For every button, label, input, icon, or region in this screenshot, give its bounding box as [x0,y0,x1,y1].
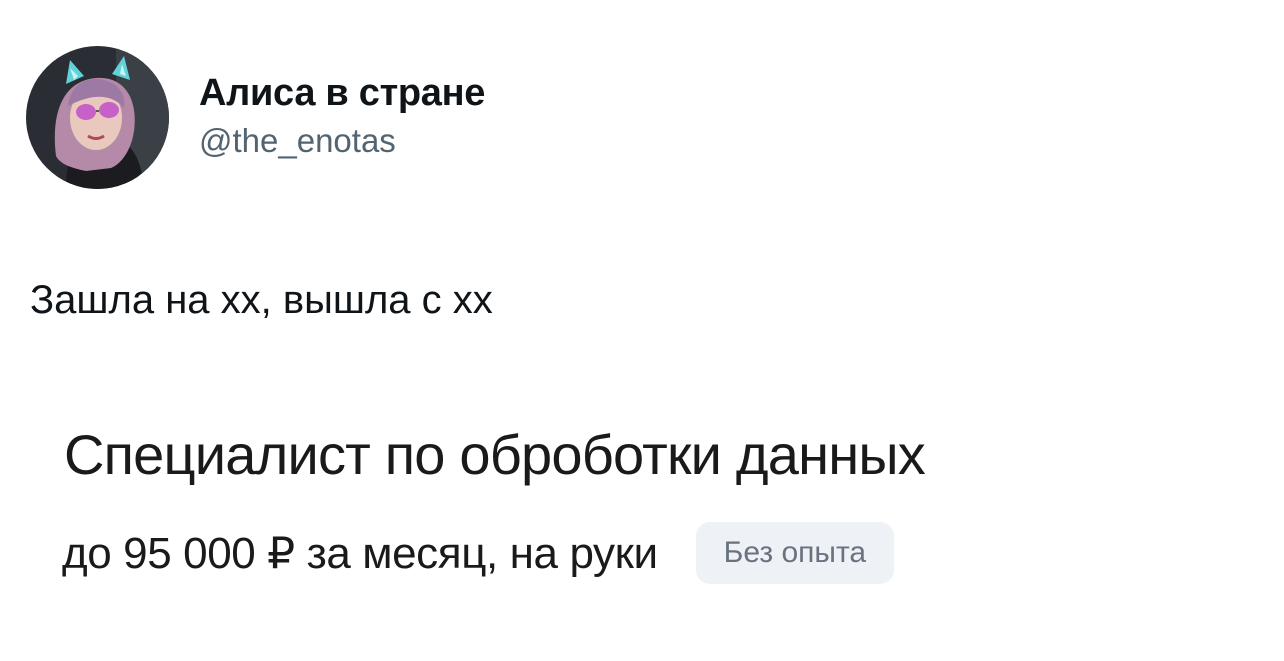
author-handle[interactable]: @the_enotas [199,120,485,163]
avatar-photo-icon [26,46,169,189]
tweet-header: Алиса в стране @the_enotas [26,46,485,189]
experience-badge: Без опыта [695,522,895,584]
vacancy-salary: до 95 000 ₽ за месяц, на руки [62,528,658,578]
tweet-text: Зашла на хх, вышла с хх [30,278,493,322]
author-display-name[interactable]: Алиса в стране [199,72,485,116]
tweet-card: Алиса в стране @the_enotas Зашла на хх, … [0,0,1284,661]
avatar[interactable] [26,46,169,189]
tweet-media-image[interactable]: Специалист по оброботки данных до 95 000… [0,400,1284,661]
vacancy-salary-row: до 95 000 ₽ за месяц, на руки Без опыта [62,522,895,584]
vacancy-title: Специалист по оброботки данных [64,423,926,486]
author-names: Алиса в стране @the_enotas [199,72,485,163]
